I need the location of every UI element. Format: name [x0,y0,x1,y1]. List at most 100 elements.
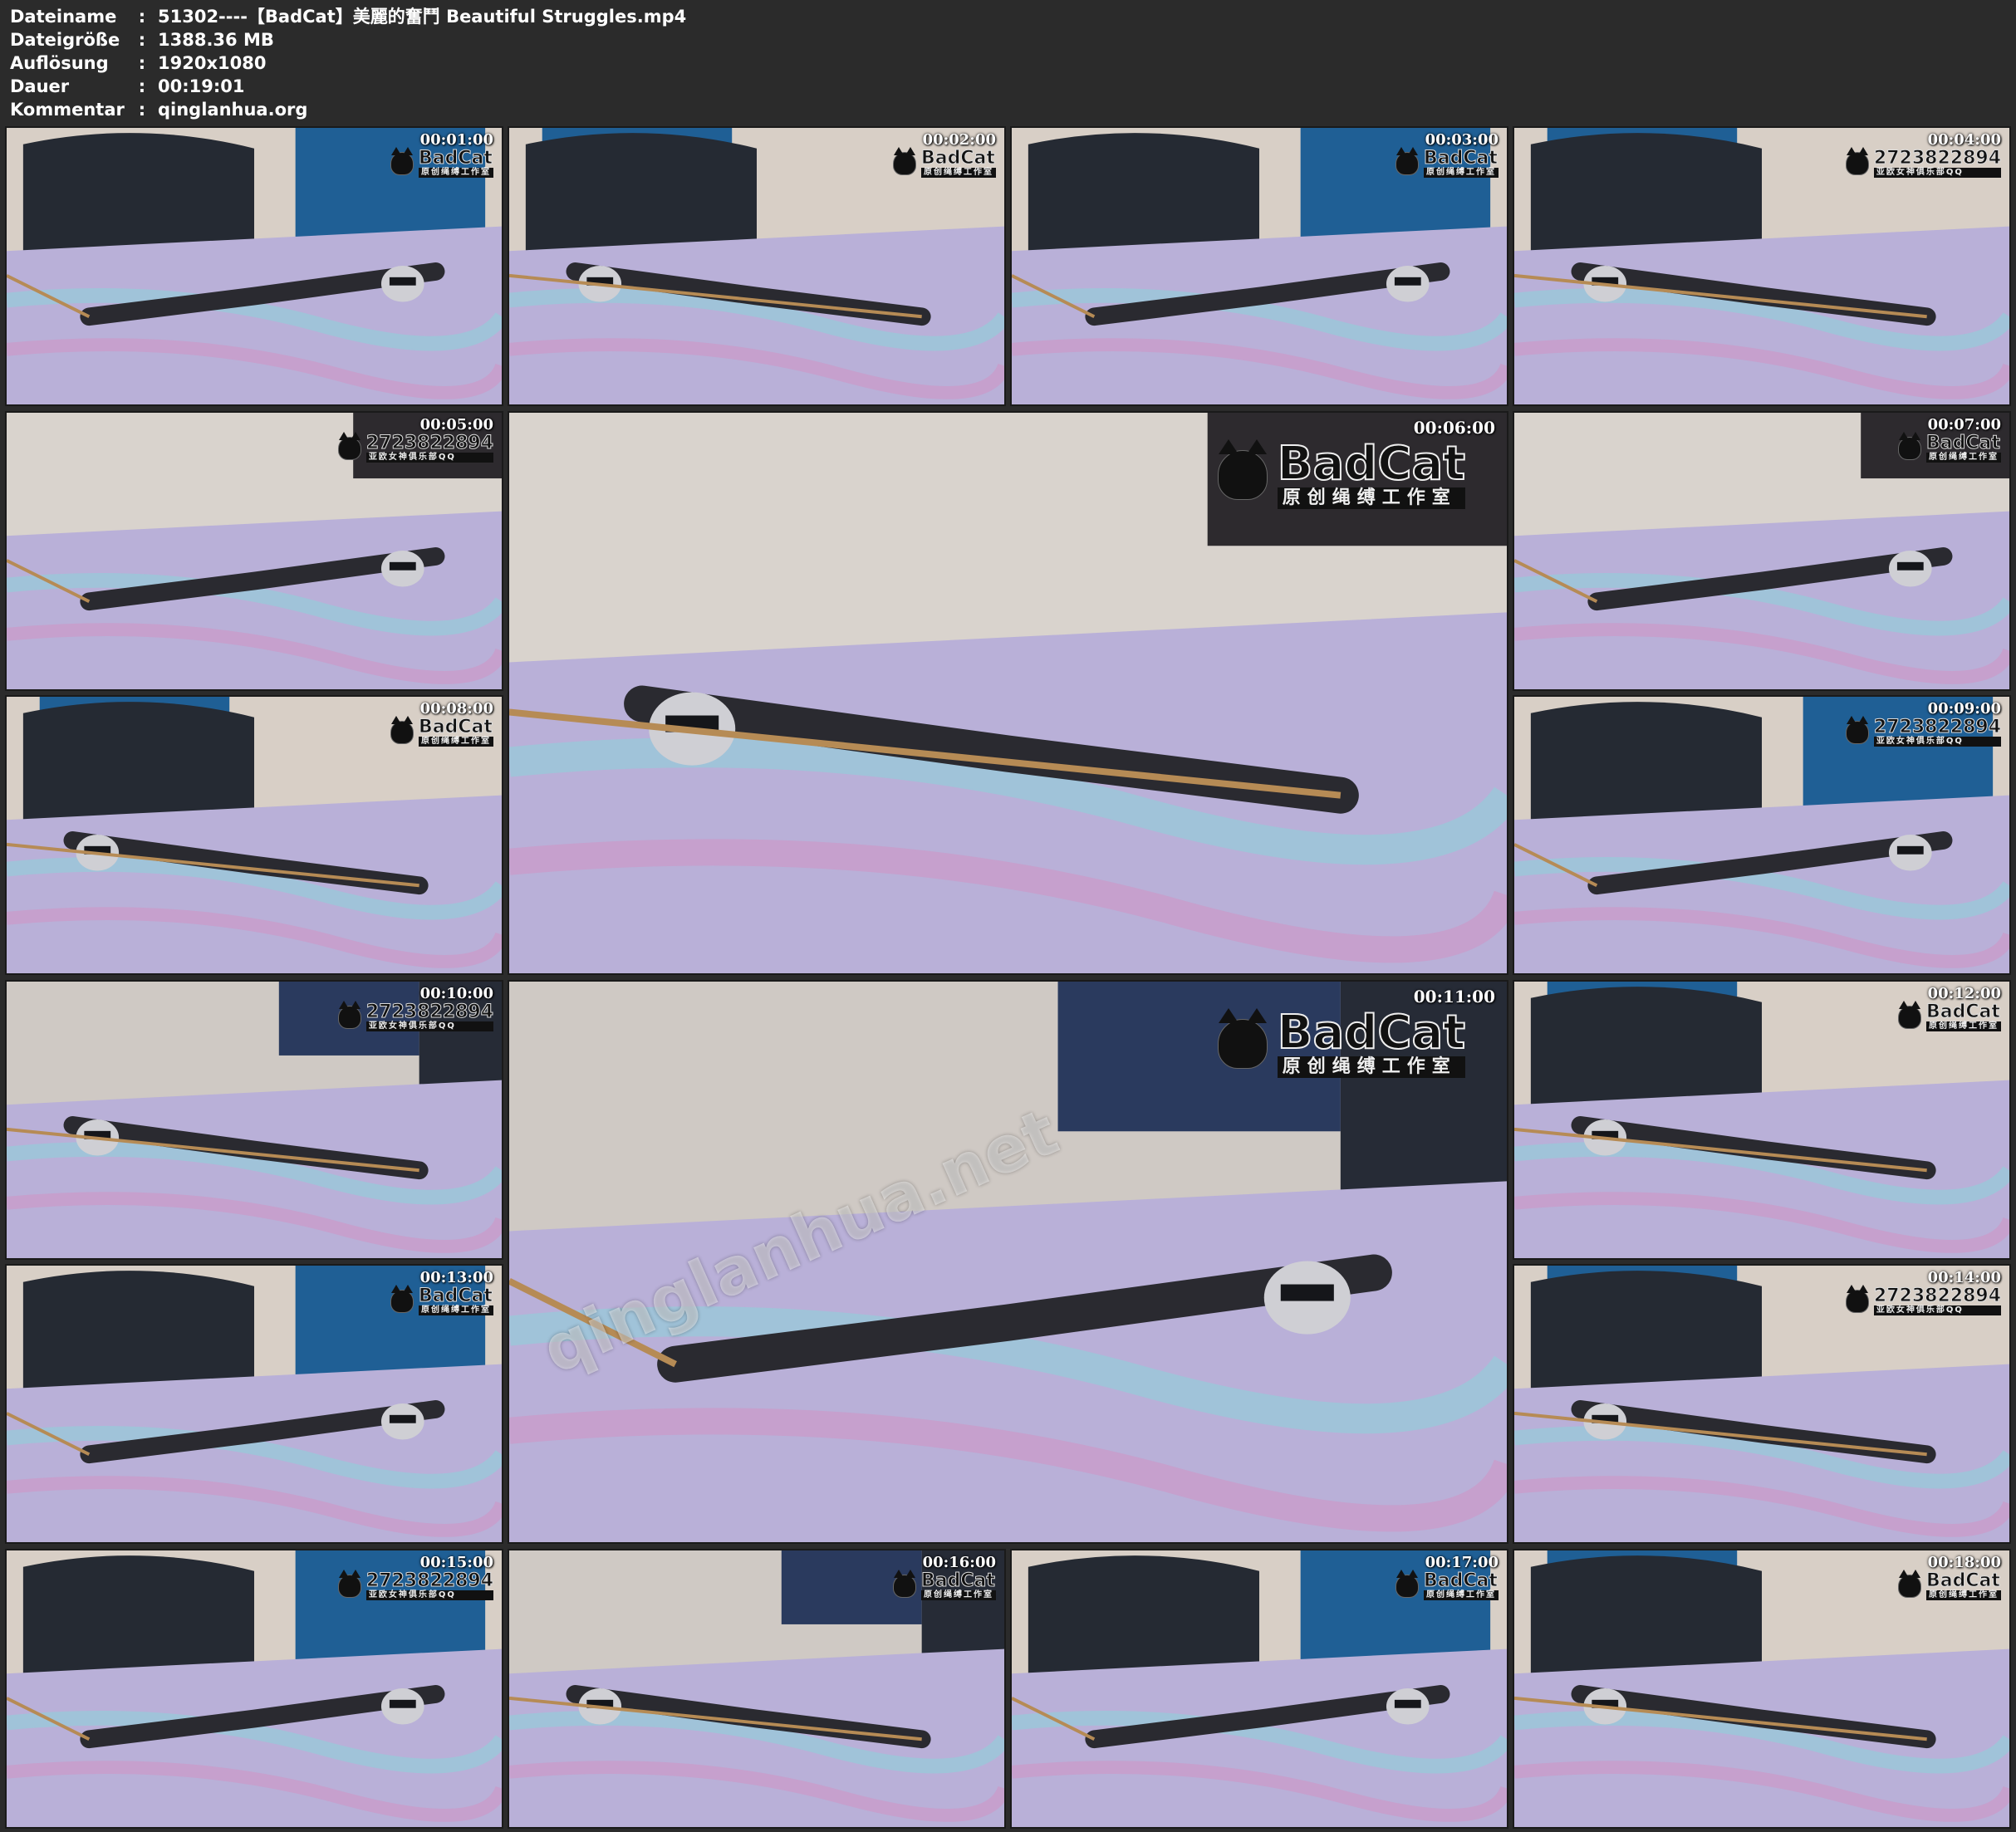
video-thumbnail: 00:18:00 BadCat 原创绳缚工作室 [1513,1549,2011,1829]
watermark-subtitle: 原创绳缚工作室 [1926,1021,2001,1031]
studio-watermark: 2723822894 亚欧女神俱乐部QQ [1845,147,2002,178]
cat-logo-icon [1845,1285,1869,1313]
video-thumbnail: 00:12:00 BadCat 原创绳缚工作室 [1513,980,2011,1260]
studio-watermark: BadCat 原创绳缚工作室 [1898,432,2001,463]
cat-logo-icon [337,1570,361,1598]
watermark-subtitle: 原创绳缚工作室 [419,737,493,747]
timestamp-label: 00:12:00 [1927,985,2001,1002]
studio-watermark: BadCat 原创绳缚工作室 [1396,1570,1499,1600]
meta-separator: : [138,30,146,50]
cat-logo-icon [1898,432,1921,460]
meta-value: 51302----【BadCat】美麗的奮鬥 Beautiful Struggl… [158,7,687,27]
watermark-brand: BadCat [1926,433,2001,453]
cat-logo-icon [1217,1008,1268,1069]
watermark-subtitle: 亚欧女神俱乐部QQ [365,1021,493,1031]
watermark-brand: BadCat [419,148,493,169]
video-thumbnail: 00:07:00 BadCat 原创绳缚工作室 [1513,411,2011,691]
studio-watermark: 2723822894 亚欧女神俱乐部QQ [337,1001,494,1031]
video-thumbnail: 00:08:00 BadCat 原创绳缚工作室 [5,695,503,975]
timestamp-label: 00:13:00 [419,1269,493,1286]
meta-value: qinglanhua.org [158,100,308,120]
watermark-subtitle: 原创绳缚工作室 [1424,168,1499,178]
watermark-subtitle: 原创绳缚工作室 [1926,453,2001,463]
studio-watermark: BadCat 原创绳缚工作室 [390,716,493,747]
watermark-brand: BadCat [921,1570,996,1591]
meta-key: Dateigröße [10,30,120,50]
watermark-brand: 2723822894 [365,1002,493,1022]
meta-separator: : [138,76,146,96]
video-thumbnail: 00:14:00 2723822894 亚欧女神俱乐部QQ [1513,1264,2011,1544]
timestamp-label: 00:08:00 [419,700,493,718]
timestamp-label: 00:05:00 [419,416,493,434]
meta-row: Dateigröße:1388.36 MB [10,28,274,51]
watermark-brand: 2723822894 [365,433,493,453]
watermark-brand: BadCat [921,148,996,169]
cat-logo-icon [893,147,916,175]
timestamp-label: 00:04:00 [1927,131,2001,149]
studio-watermark: BadCat 原创绳缚工作室 [1898,1001,2001,1031]
timestamp-label: 00:06:00 [1413,418,1495,438]
watermark-subtitle: 原创绳缚工作室 [921,1590,996,1600]
cat-logo-icon [893,1570,916,1598]
timestamp-label: 00:16:00 [922,1554,996,1571]
watermark-subtitle: 原创绳缚工作室 [1277,487,1465,509]
meta-key: Auflösung [10,53,109,73]
watermark-subtitle: 亚欧女神俱乐部QQ [1873,737,2001,747]
timestamp-label: 00:03:00 [1425,131,1499,149]
video-thumbnail: 00:10:00 2723822894 亚欧女神俱乐部QQ [5,980,503,1260]
watermark-subtitle: 原创绳缚工作室 [1277,1056,1465,1078]
studio-watermark: BadCat 原创绳缚工作室 [390,1285,493,1315]
meta-value: 1920x1080 [158,53,267,73]
cat-logo-icon [1396,1570,1419,1598]
timestamp-label: 00:01:00 [419,131,493,149]
studio-watermark: 2723822894 亚欧女神俱乐部QQ [1845,1285,2002,1315]
watermark-brand: BadCat [1277,437,1466,491]
cat-logo-icon [390,1285,414,1313]
video-thumbnail: 00:13:00 BadCat 原创绳缚工作室 [5,1264,503,1544]
video-thumbnail: 00:15:00 2723822894 亚欧女神俱乐部QQ [5,1549,503,1829]
timestamp-label: 00:18:00 [1927,1554,2001,1571]
watermark-subtitle: 原创绳缚工作室 [921,168,996,178]
video-thumbnail: 00:17:00 BadCat 原创绳缚工作室 [1010,1549,1508,1829]
timestamp-label: 00:09:00 [1927,700,2001,718]
file-info-header: Dateiname:51302----【BadCat】美麗的奮鬥 Beautif… [0,0,2016,125]
cat-logo-icon [1396,147,1419,175]
cat-logo-icon [1845,716,1869,744]
watermark-subtitle: 亚欧女神俱乐部QQ [1873,1305,2001,1315]
video-thumbnail: 00:02:00 BadCat 原创绳缚工作室 [508,126,1006,406]
watermark-brand: BadCat [1424,1570,1499,1591]
watermark-subtitle: 原创绳缚工作室 [419,1305,493,1315]
video-thumbnail: 00:16:00 BadCat 原创绳缚工作室 [508,1549,1006,1829]
meta-key: Dauer [10,76,70,96]
meta-row: Dateiname:51302----【BadCat】美麗的奮鬥 Beautif… [10,5,686,28]
video-thumbnail: 00:01:00 BadCat 原创绳缚工作室 [5,126,503,406]
cat-logo-icon [1898,1570,1921,1598]
meta-key: Dateiname [10,7,117,27]
watermark-brand: 2723822894 [1873,1286,2001,1306]
studio-watermark: 2723822894 亚欧女神俱乐部QQ [337,432,494,463]
watermark-brand: BadCat [1926,1570,2001,1591]
video-thumbnail: 00:04:00 2723822894 亚欧女神俱乐部QQ [1513,126,2011,406]
timestamp-label: 00:17:00 [1425,1554,1499,1571]
meta-separator: : [138,7,146,27]
timestamp-label: 00:11:00 [1413,987,1495,1007]
cat-logo-icon [1217,439,1268,500]
studio-watermark: BadCat 原创绳缚工作室 [1396,147,1499,178]
watermark-brand: 2723822894 [1873,148,2001,169]
timestamp-label: 00:02:00 [922,131,996,149]
cat-logo-icon [1845,147,1869,175]
watermark-subtitle: 亚欧女神俱乐部QQ [365,1590,493,1600]
video-thumbnail: 00:09:00 2723822894 亚欧女神俱乐部QQ [1513,695,2011,975]
watermark-subtitle: 原创绳缚工作室 [419,168,493,178]
watermark-brand: BadCat [419,717,493,737]
watermark-brand: 2723822894 [365,1570,493,1591]
watermark-brand: 2723822894 [1873,717,2001,737]
watermark-subtitle: 亚欧女神俱乐部QQ [1873,168,2001,178]
watermark-subtitle: 原创绳缚工作室 [1424,1590,1499,1600]
meta-separator: : [138,53,146,73]
cat-logo-icon [1898,1001,1921,1029]
video-thumbnail: 00:03:00 BadCat 原创绳缚工作室 [1010,126,1508,406]
meta-value: 00:19:01 [158,76,245,96]
studio-watermark: BadCat 原创绳缚工作室 [893,147,996,178]
meta-key: Kommentar [10,100,125,120]
